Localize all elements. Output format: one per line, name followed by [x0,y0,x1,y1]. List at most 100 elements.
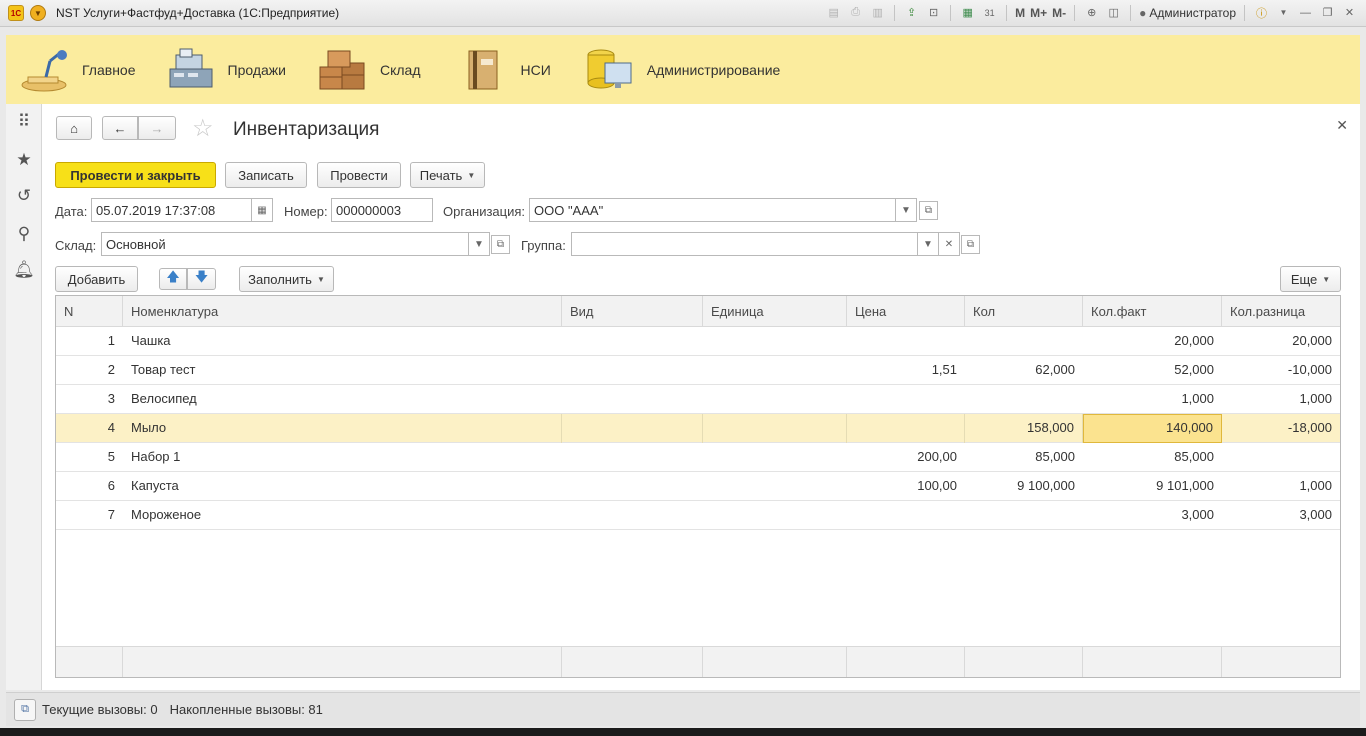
memory-m-button[interactable]: M [1015,6,1025,20]
items-table[interactable]: N Номенклатура Вид Единица Цена Кол Кол.… [55,295,1341,678]
cell-kind[interactable] [562,414,703,443]
column-header-kind[interactable]: Вид [562,296,703,327]
upload-icon[interactable]: ⇪ [903,4,920,21]
apps-grid-icon[interactable]: ⠿ [14,112,34,132]
restore-icon[interactable]: ❐ [1319,4,1336,21]
move-down-button[interactable]: 🡇︎ [187,268,216,290]
cell-n[interactable]: 5 [56,443,123,472]
cell-price[interactable] [847,414,965,443]
column-header-nomenclature[interactable]: Номенклатура [123,296,562,327]
forward-button[interactable]: → [138,116,176,140]
group-open-button[interactable]: ⧉ [961,235,980,254]
cell-price[interactable] [847,501,965,530]
post-and-close-button[interactable]: Провести и закрыть [55,162,216,188]
warehouse-field[interactable]: Основной [101,232,469,256]
cell-name[interactable]: Капуста [123,472,562,501]
cell-qty[interactable]: 85,000 [965,443,1083,472]
calendar-icon[interactable]: 31 [981,4,998,21]
minimize-icon[interactable]: — [1297,4,1314,21]
section-warehouse[interactable]: Склад [318,35,421,104]
table-row[interactable]: 3 Велосипед 1,000 1,000 [56,385,1340,414]
preview-icon[interactable]: ▥ [869,4,886,21]
cell-fact[interactable]: 52,000 [1083,356,1222,385]
cell-diff[interactable]: -10,000 [1222,356,1340,385]
memory-mminus-button[interactable]: M- [1052,6,1066,20]
cell-fact[interactable]: 1,000 [1083,385,1222,414]
cell-name[interactable]: Велосипед [123,385,562,414]
cell-unit[interactable] [703,414,847,443]
column-header-qty[interactable]: Кол [965,296,1083,327]
cell-n[interactable]: 6 [56,472,123,501]
section-admin[interactable]: Администрирование [585,35,780,104]
cell-diff[interactable] [1222,443,1340,472]
panels-icon[interactable]: ◫ [1105,4,1122,21]
cell-n[interactable]: 2 [56,356,123,385]
cell-n[interactable]: 7 [56,501,123,530]
table-row[interactable]: 7 Мороженое 3,000 3,000 [56,501,1340,530]
cell-price[interactable] [847,385,965,414]
cell-n[interactable]: 1 [56,327,123,356]
cell-kind[interactable] [562,472,703,501]
cell-unit[interactable] [703,327,847,356]
cell-qty[interactable] [965,385,1083,414]
zoom-icon[interactable]: ⊕ [1083,4,1100,21]
cell-kind[interactable] [562,501,703,530]
cell-kind[interactable] [562,327,703,356]
cell-qty[interactable] [965,327,1083,356]
column-header-price[interactable]: Цена [847,296,965,327]
cell-diff[interactable]: 3,000 [1222,501,1340,530]
cell-name[interactable]: Чашка [123,327,562,356]
main-menu-button[interactable]: ▼ [30,5,46,21]
performance-icon[interactable]: ⧉ [14,698,36,721]
cell-n[interactable]: 4 [56,414,123,443]
cell-name[interactable]: Мыло [123,414,562,443]
group-dropdown-button[interactable]: ▼ [918,232,939,256]
print-icon[interactable]: ⎙ [847,4,864,21]
cell-qty[interactable]: 62,000 [965,356,1083,385]
cell-fact[interactable]: 3,000 [1083,501,1222,530]
cell-kind[interactable] [562,356,703,385]
cell-price[interactable]: 100,00 [847,472,965,501]
cell-diff[interactable]: 20,000 [1222,327,1340,356]
section-sales[interactable]: Продажи [166,35,286,104]
cell-name[interactable]: Товар тест [123,356,562,385]
print-button[interactable]: Печать ▼ [410,162,485,188]
fill-button[interactable]: Заполнить ▼ [239,266,334,292]
section-nsi[interactable]: НСИ [459,35,551,104]
column-header-unit[interactable]: Единица [703,296,847,327]
warehouse-open-button[interactable]: ⧉ [491,235,510,254]
cell-kind[interactable] [562,385,703,414]
cell-name[interactable]: Мороженое [123,501,562,530]
organization-field[interactable]: ООО "AAA" [529,198,896,222]
table-row[interactable]: 2 Товар тест 1,51 62,000 52,000 -10,000 [56,356,1340,385]
column-header-n[interactable]: N [56,296,123,327]
organization-dropdown-button[interactable]: ▼ [896,198,917,222]
cell-unit[interactable] [703,385,847,414]
close-window-icon[interactable]: ✕ [1341,4,1358,21]
cell-unit[interactable] [703,443,847,472]
add-row-button[interactable]: Добавить [55,266,138,292]
more-button[interactable]: Еще ▼ [1280,266,1341,292]
cell-price[interactable]: 200,00 [847,443,965,472]
chevron-down-icon[interactable]: ▼ [1275,4,1292,21]
cell-unit[interactable] [703,472,847,501]
cell-unit[interactable] [703,356,847,385]
organization-open-button[interactable]: ⧉ [919,201,938,220]
calendar-picker-button[interactable]: ▦ [252,198,273,222]
back-button[interactable]: ← [102,116,138,140]
search-icon[interactable]: ⚲ [14,224,34,244]
memory-mplus-button[interactable]: M+ [1030,6,1047,20]
group-clear-button[interactable]: ✕ [939,232,960,256]
cell-fact[interactable]: 85,000 [1083,443,1222,472]
post-button[interactable]: Провести [317,162,401,188]
table-row[interactable]: 6 Капуста 100,00 9 100,000 9 101,000 1,000 [56,472,1340,501]
cell-price[interactable] [847,327,965,356]
cell-fact[interactable]: 20,000 [1083,327,1222,356]
cell-n[interactable]: 3 [56,385,123,414]
cell-diff[interactable]: 1,000 [1222,385,1340,414]
section-main[interactable]: Главное [20,35,136,104]
date-field[interactable]: 05.07.2019 17:37:08 [91,198,252,222]
history-icon[interactable]: ↺ [14,186,34,206]
cell-qty[interactable]: 9 100,000 [965,472,1083,501]
save-icon[interactable]: ▤ [825,4,842,21]
